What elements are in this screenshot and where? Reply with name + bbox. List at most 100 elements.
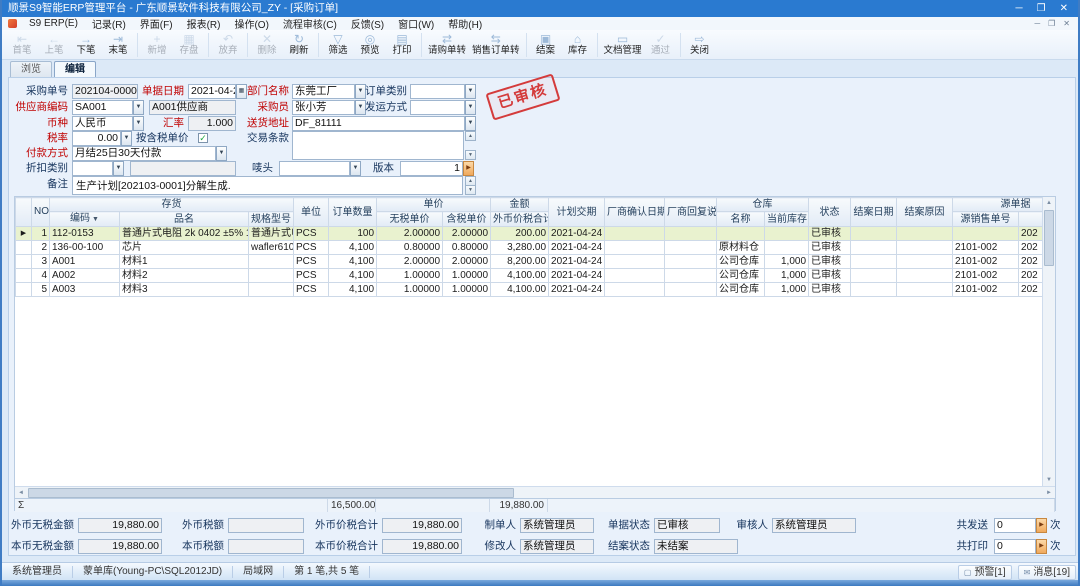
ship-method-field[interactable] xyxy=(410,100,465,115)
prev-record-icon: ← xyxy=(48,33,60,45)
discount-type-name-field xyxy=(130,161,236,176)
menu-s9erp[interactable]: S9 ERP(E) xyxy=(22,18,85,29)
table-row[interactable]: 4 A002 材料2 PCS 4,100 1.00000 1.00000 4,1… xyxy=(16,269,1045,283)
menu-record[interactable]: 记录(R) xyxy=(85,16,133,31)
shipping-mark-field[interactable] xyxy=(279,161,350,176)
approve-button: ✓通过 xyxy=(645,31,677,59)
close-window-button[interactable]: ⇨关闭 xyxy=(684,31,716,59)
sales-order-transfer-button[interactable]: ⇆销售订单转 xyxy=(469,31,523,59)
toolbar-separator xyxy=(526,33,527,57)
foreign-total-label: 外币价税合计 xyxy=(302,518,378,532)
purchase-request-transfer-icon: ⇄ xyxy=(442,33,452,45)
remark-textarea[interactable]: 生产计划[202103-0001]分解生成. xyxy=(72,176,463,195)
menu-report[interactable]: 报表(R) xyxy=(180,16,228,31)
menu-window[interactable]: 窗口(W) xyxy=(391,16,441,31)
preview-button[interactable]: ◎预览 xyxy=(354,31,386,59)
payment-terms-dropdown-button[interactable]: ▼ xyxy=(216,146,227,161)
menu-operation[interactable]: 操作(O) xyxy=(227,16,275,31)
grid-viewport: NO▼ 存货 单位 订单数量 单价 金额 计划交期 厂商确认日期 厂商回复说明 … xyxy=(15,197,1044,486)
col-header-wh-stock: 当前库存 xyxy=(765,212,809,227)
col-header-source-sales-no: 源销售单号 xyxy=(953,212,1019,227)
menu-help[interactable]: 帮助(H) xyxy=(441,16,489,31)
supplier-code-label: 供应商编码 xyxy=(4,100,68,114)
next-record-button[interactable]: →下笔 xyxy=(70,31,102,59)
tab-browse[interactable]: 浏览 xyxy=(10,61,52,78)
order-type-field[interactable] xyxy=(410,84,465,99)
print-button[interactable]: ▤打印 xyxy=(386,31,418,59)
close-status-label: 结案状态 xyxy=(602,539,650,553)
mdi-minimize-button[interactable]: ─ xyxy=(1034,19,1040,28)
titlebar: 顺景S9智能ERP管理平台 - 广东顺景软件科技有限公司_ZY - [采购订单]… xyxy=(2,0,1078,17)
local-total-label: 本币价税合计 xyxy=(302,539,378,553)
scroll-up-arrow[interactable]: ▲ xyxy=(1043,197,1055,209)
mdi-close-button[interactable]: ✕ xyxy=(1063,19,1070,28)
trade-terms-textarea[interactable] xyxy=(292,131,464,160)
payment-terms-field[interactable]: 月结25日30天付款 xyxy=(72,146,216,161)
table-row[interactable]: 3 A001 材料1 PCS 4,100 2.00000 2.00000 8,2… xyxy=(16,255,1045,269)
tax-rate-dropdown-button[interactable]: ▼ xyxy=(121,131,132,146)
discount-type-field[interactable] xyxy=(72,161,113,176)
filter-button[interactable]: ▽筛选 xyxy=(322,31,354,59)
status-record-position: 第 1 笔,共 5 笔 xyxy=(284,566,370,578)
order-footer: 外币无税金额 19,880.00 外币税额 外币价税合计 19,880.00 制… xyxy=(2,512,1080,560)
document-management-icon: ▭ xyxy=(617,33,628,45)
print-count-button[interactable]: ▶ xyxy=(1036,539,1047,554)
messages-chip[interactable]: ✉ 消息[19] xyxy=(1018,565,1076,580)
dept-field[interactable]: 东莞工厂 xyxy=(292,84,355,99)
refresh-button[interactable]: ↻刷新 xyxy=(283,31,315,59)
scroll-down-arrow[interactable]: ▼ xyxy=(1043,474,1055,486)
local-amount-label: 本币无税金额 xyxy=(2,539,74,553)
supplier-code-field[interactable]: SA001 xyxy=(72,100,133,115)
horizontal-scroll-thumb[interactable] xyxy=(28,488,514,498)
inventory-button[interactable]: ⌂库存 xyxy=(562,31,594,59)
document-management-button[interactable]: ▭文档管理 xyxy=(601,31,645,59)
table-row[interactable]: ▶ 1 112-0153 普通片式电阻 2k 0402 ±5% 1/16W 普通… xyxy=(16,227,1045,241)
purchase-request-transfer-button[interactable]: ⇄请购单转 xyxy=(425,31,469,59)
table-row[interactable]: 2 136-00-100 芯片 wafler610 PCS 4,100 0.80… xyxy=(16,241,1045,255)
alerts-chip[interactable]: ▢ 预警[1] xyxy=(958,565,1012,580)
col-header-price-ex: 无税单价 xyxy=(377,212,443,227)
menu-workflow-audit[interactable]: 流程审核(C) xyxy=(276,16,344,31)
delivery-address-dropdown-button[interactable]: ▼ xyxy=(465,116,476,131)
local-tax-field xyxy=(228,539,304,554)
maximize-button[interactable]: ❐ xyxy=(1037,0,1046,17)
local-tax-label: 本币税额 xyxy=(172,539,224,553)
trade-terms-scroll-down-button[interactable]: ▼ xyxy=(465,150,476,160)
print-count-field[interactable]: 0 xyxy=(994,539,1036,554)
local-total-field: 19,880.00 xyxy=(382,539,462,554)
close-status-field: 未结案 xyxy=(654,539,738,554)
send-count-field[interactable]: 0 xyxy=(994,518,1036,533)
close-case-button[interactable]: ▣结案 xyxy=(530,31,562,59)
remark-scroll-down-button[interactable]: ▼ xyxy=(465,185,476,195)
tab-edit[interactable]: 编辑 xyxy=(54,61,96,78)
delivery-address-field[interactable]: DF_81111 xyxy=(292,116,465,131)
mdi-restore-button[interactable]: ❐ xyxy=(1048,19,1055,28)
filter-icon[interactable]: ▼ xyxy=(92,216,99,223)
last-record-button[interactable]: ⇥末笔 xyxy=(102,31,134,59)
tax-included-checkbox[interactable]: ✓ xyxy=(198,133,208,143)
messages-label: 消息[19] xyxy=(1033,566,1070,579)
minimize-button[interactable]: ─ xyxy=(1016,0,1023,17)
doc-date-field[interactable]: 2021-04-22 xyxy=(188,84,236,99)
discard-icon: ↶ xyxy=(223,33,233,45)
sum-qty-total: 16,500.00 xyxy=(328,499,376,512)
menu-interface[interactable]: 界面(F) xyxy=(133,16,180,31)
trade-terms-scroll-up-button[interactable]: ▲ xyxy=(465,131,476,141)
version-dropdown-button[interactable]: ▶ xyxy=(463,161,474,176)
close-button[interactable]: ✕ xyxy=(1060,0,1068,17)
ship-method-dropdown-button[interactable]: ▼ xyxy=(465,100,476,115)
currency-dropdown-button[interactable]: ▼ xyxy=(133,116,144,131)
menu-feedback[interactable]: 反馈(S) xyxy=(344,16,391,31)
send-count-button[interactable]: ▶ xyxy=(1036,518,1047,533)
grid-vertical-scrollbar[interactable]: ▲ ▼ xyxy=(1042,197,1055,486)
discount-type-dropdown-button[interactable]: ▼ xyxy=(113,161,124,176)
supplier-code-dropdown-button[interactable]: ▼ xyxy=(133,100,144,115)
currency-field[interactable]: 人民币 xyxy=(72,116,133,131)
version-field[interactable]: 1 xyxy=(400,161,463,176)
status-database: 蒙单库(Young-PC\SQL2012JD) xyxy=(73,566,233,578)
vertical-scroll-thumb[interactable] xyxy=(1044,210,1054,266)
table-row[interactable]: 5 A003 材料3 PCS 4,100 1.00000 1.00000 4,1… xyxy=(16,283,1045,297)
buyer-field[interactable]: 张小芳 xyxy=(292,100,355,115)
tax-rate-field[interactable]: 0.00 xyxy=(72,131,121,146)
order-type-dropdown-button[interactable]: ▼ xyxy=(465,84,476,99)
